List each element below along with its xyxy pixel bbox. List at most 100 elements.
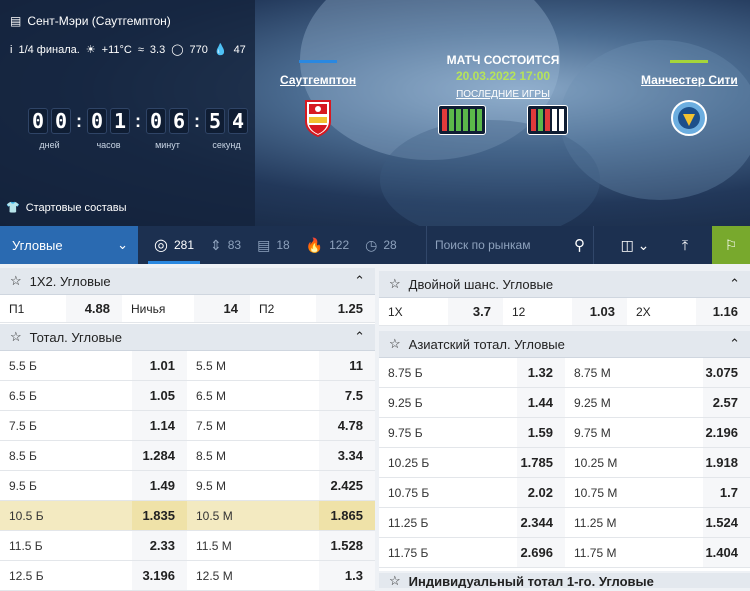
- odd-button[interactable]: 2.696: [517, 538, 565, 567]
- odd-button[interactable]: 2.33: [132, 531, 187, 560]
- last-games-link[interactable]: ПОСЛЕДНИЕ ИГРЫ: [432, 89, 574, 100]
- digit: 0: [28, 108, 48, 134]
- odd-button[interactable]: 2.02: [517, 478, 565, 507]
- odd-button[interactable]: 14: [194, 295, 250, 322]
- chevron-up-icon[interactable]: ⌃: [729, 336, 740, 352]
- chevron-down-icon: ⌄: [117, 237, 128, 252]
- market-header[interactable]: ☆ Индивидуальный тотал 1-го. Угловые: [379, 573, 750, 588]
- filter-time[interactable]: ◷ 28: [365, 226, 397, 264]
- match-info: i 1/4 финала. ☀ +11°C ≈ 3.3 ◯ 770 💧 47: [10, 43, 246, 57]
- odd-button[interactable]: 2.57: [703, 388, 750, 417]
- outcome-label: 9.25 Б: [388, 395, 423, 410]
- odd-button[interactable]: 1.14: [132, 411, 187, 440]
- odd-button[interactable]: 2.344: [517, 508, 565, 537]
- lineups-link[interactable]: 👕 Стартовые составы: [6, 201, 127, 215]
- star-icon[interactable]: ☆: [10, 273, 22, 289]
- home-team-name[interactable]: Саутгемптон: [280, 73, 356, 87]
- star-icon[interactable]: ☆: [389, 276, 401, 292]
- outcome-label: 5.5 Б: [9, 358, 37, 373]
- filter-time-count: 28: [383, 238, 397, 252]
- market-header[interactable]: ☆ 1Х2. Угловые ⌃: [0, 268, 375, 295]
- outcome-label: Ничья: [131, 301, 166, 316]
- table-row: 11.75 Б 2.696 11.75 М 1.404: [379, 538, 750, 568]
- outcome-label: 6.5 М: [196, 388, 227, 403]
- odd-button[interactable]: 1.528: [319, 531, 375, 560]
- layout-toggle[interactable]: ◫ ⌄: [612, 226, 658, 264]
- filter-hot[interactable]: 🔥 122: [306, 226, 349, 264]
- odd-button[interactable]: 1.16: [696, 298, 750, 325]
- odd-button[interactable]: 1.05: [132, 381, 187, 410]
- market-select[interactable]: Угловые ⌄: [0, 226, 138, 264]
- market-header[interactable]: ☆ Азиатский тотал. Угловые ⌃: [379, 331, 750, 358]
- outcome-label: 8.75 М: [574, 365, 611, 380]
- outcome-label: 11.25 М: [574, 515, 617, 530]
- form-result: [552, 109, 557, 131]
- chevron-up-icon[interactable]: ⌃: [729, 276, 740, 292]
- outcome-label: 2Х: [636, 304, 651, 319]
- outcome-label: 10.5 М: [187, 501, 319, 530]
- separator: :: [135, 111, 141, 131]
- odd-button[interactable]: 3.075: [703, 358, 750, 387]
- filter-all[interactable]: ◎ 281: [148, 226, 200, 264]
- odd-button[interactable]: 1.59: [517, 418, 565, 447]
- chevron-up-icon[interactable]: ⌃: [354, 273, 365, 289]
- odd-button[interactable]: 7.5: [319, 381, 375, 410]
- odd-button[interactable]: 1.524: [703, 508, 750, 537]
- market-search[interactable]: Поиск по рынкам ⚲: [426, 226, 594, 264]
- odd-button[interactable]: 1.3: [319, 561, 375, 590]
- digit: 0: [51, 108, 71, 134]
- filter-sort[interactable]: ⇕ 83: [210, 226, 241, 264]
- chevron-up-icon[interactable]: ⌃: [354, 329, 365, 345]
- odd-button[interactable]: 3.7: [448, 298, 503, 325]
- odd-button[interactable]: 4.78: [319, 411, 375, 440]
- odd-button[interactable]: 1.284: [132, 441, 187, 470]
- field-icon: ⚐: [724, 236, 738, 253]
- home-form: [438, 105, 486, 135]
- venue: ▤ Сент-Мэри (Саутгемптон): [10, 14, 171, 28]
- star-icon[interactable]: ☆: [10, 329, 22, 345]
- odd-button[interactable]: 1.865: [319, 501, 375, 530]
- sort-icon: ⇕: [210, 236, 222, 253]
- stage: 1/4 финала.: [18, 43, 80, 56]
- odd-button[interactable]: 1.404: [703, 538, 750, 567]
- odd-button[interactable]: 2.425: [319, 471, 375, 500]
- market-header[interactable]: ☆ Тотал. Угловые ⌃: [0, 324, 375, 351]
- search-input[interactable]: Поиск по рынкам: [435, 238, 530, 252]
- odd-button[interactable]: 1.44: [517, 388, 565, 417]
- odd-button[interactable]: 3.196: [132, 561, 187, 590]
- odd-button[interactable]: 1.835: [132, 501, 187, 530]
- home-team[interactable]: Саутгемптон: [280, 60, 356, 137]
- odd-button[interactable]: 4.88: [66, 295, 122, 322]
- stats-panel-button[interactable]: ⚐: [712, 226, 750, 264]
- star-icon[interactable]: ☆: [389, 573, 401, 588]
- outcome-label: 8.75 Б: [388, 365, 423, 380]
- star-icon[interactable]: ☆: [389, 336, 401, 352]
- market-double-chance: ☆ Двойной шанс. Угловые ⌃ 1Х 3.7 12 1.03 …: [379, 271, 750, 326]
- market-header[interactable]: ☆ Двойной шанс. Угловые ⌃: [379, 271, 750, 298]
- odd-button[interactable]: 1.03: [572, 298, 627, 325]
- outcome-label: 12.5 М: [196, 568, 233, 583]
- digit: 4: [228, 108, 248, 134]
- odd-button[interactable]: 1.01: [132, 351, 187, 380]
- outcome-label: 10.25 Б: [388, 455, 430, 470]
- odd-button[interactable]: 3.34: [319, 441, 375, 470]
- outcome-label: 10.75 Б: [388, 485, 430, 500]
- odd-button[interactable]: 1.32: [517, 358, 565, 387]
- search-icon[interactable]: ⚲: [574, 236, 585, 254]
- outcome-label: 9.75 Б: [388, 425, 423, 440]
- odd-button[interactable]: 11: [319, 351, 375, 380]
- odd-button[interactable]: 1.7: [703, 478, 750, 507]
- wind: 3.3: [149, 43, 166, 56]
- odd-button[interactable]: 1.918: [703, 448, 750, 477]
- away-team-name[interactable]: Манчестер Сити: [641, 73, 738, 87]
- odd-button[interactable]: 2.196: [703, 418, 750, 447]
- odd-button[interactable]: 1.25: [316, 295, 375, 322]
- filter-stats[interactable]: ▤ 18: [257, 226, 290, 264]
- lineups-label: Стартовые составы: [25, 201, 127, 214]
- odd-button[interactable]: 1.785: [517, 448, 565, 477]
- away-team[interactable]: Манчестер Сити: [641, 60, 738, 137]
- countdown-minutes: 0 6 минут: [146, 108, 189, 150]
- odd-button[interactable]: 1.49: [132, 471, 187, 500]
- target-icon: ◎: [154, 237, 168, 254]
- collapse-button[interactable]: ⤒: [660, 226, 710, 264]
